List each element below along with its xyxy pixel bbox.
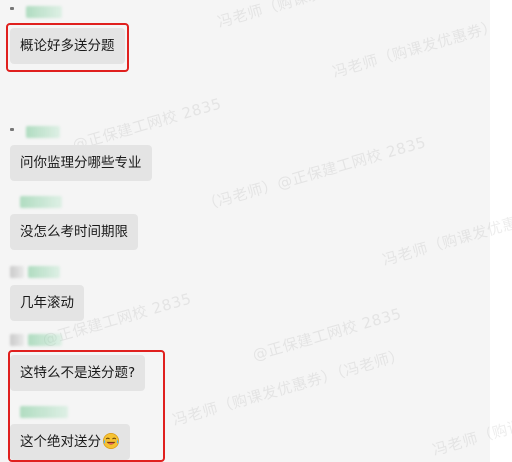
watermark-text: @正保建工网校 2835: [250, 304, 404, 365]
message-text: 问你监理分哪些专业: [20, 155, 142, 171]
sender-name-blur: [20, 196, 62, 208]
scroll-gutter: [490, 0, 512, 462]
sender-name-blur: [10, 334, 24, 346]
watermark-text: （冯老师）@正保建工网校 2835: [200, 133, 428, 215]
message-bubble[interactable]: 问你监理分哪些专业: [10, 145, 152, 181]
message-text: 几年滚动: [20, 295, 74, 311]
sender-name-blur: [10, 266, 24, 278]
message-text: 没怎么考时间期限: [20, 224, 128, 240]
sender-name-blur: [28, 334, 62, 346]
watermark-text: 冯老师（购课发优惠券）（冯老师）: [170, 345, 407, 430]
sender-name-blur: [28, 266, 60, 278]
sender-name-blur: [26, 126, 60, 138]
watermark-text: 冯老师（购课发优惠券）: [330, 16, 500, 82]
highlight-box: [6, 23, 129, 72]
sender-name-blur: [26, 6, 62, 18]
highlight-box: [8, 350, 165, 462]
chat-window: 冯老师（购课发优惠券） 冯老师（购课发优惠券） @正保建工网校 2835 （冯老…: [0, 0, 512, 462]
message-bubble[interactable]: 几年滚动: [10, 285, 84, 321]
sender-name-blur: [10, 7, 14, 10]
watermark-text: 冯老师（购课发优惠券）: [215, 0, 385, 32]
message-bubble[interactable]: 没怎么考时间期限: [10, 214, 138, 250]
sender-name-blur: [10, 128, 14, 131]
